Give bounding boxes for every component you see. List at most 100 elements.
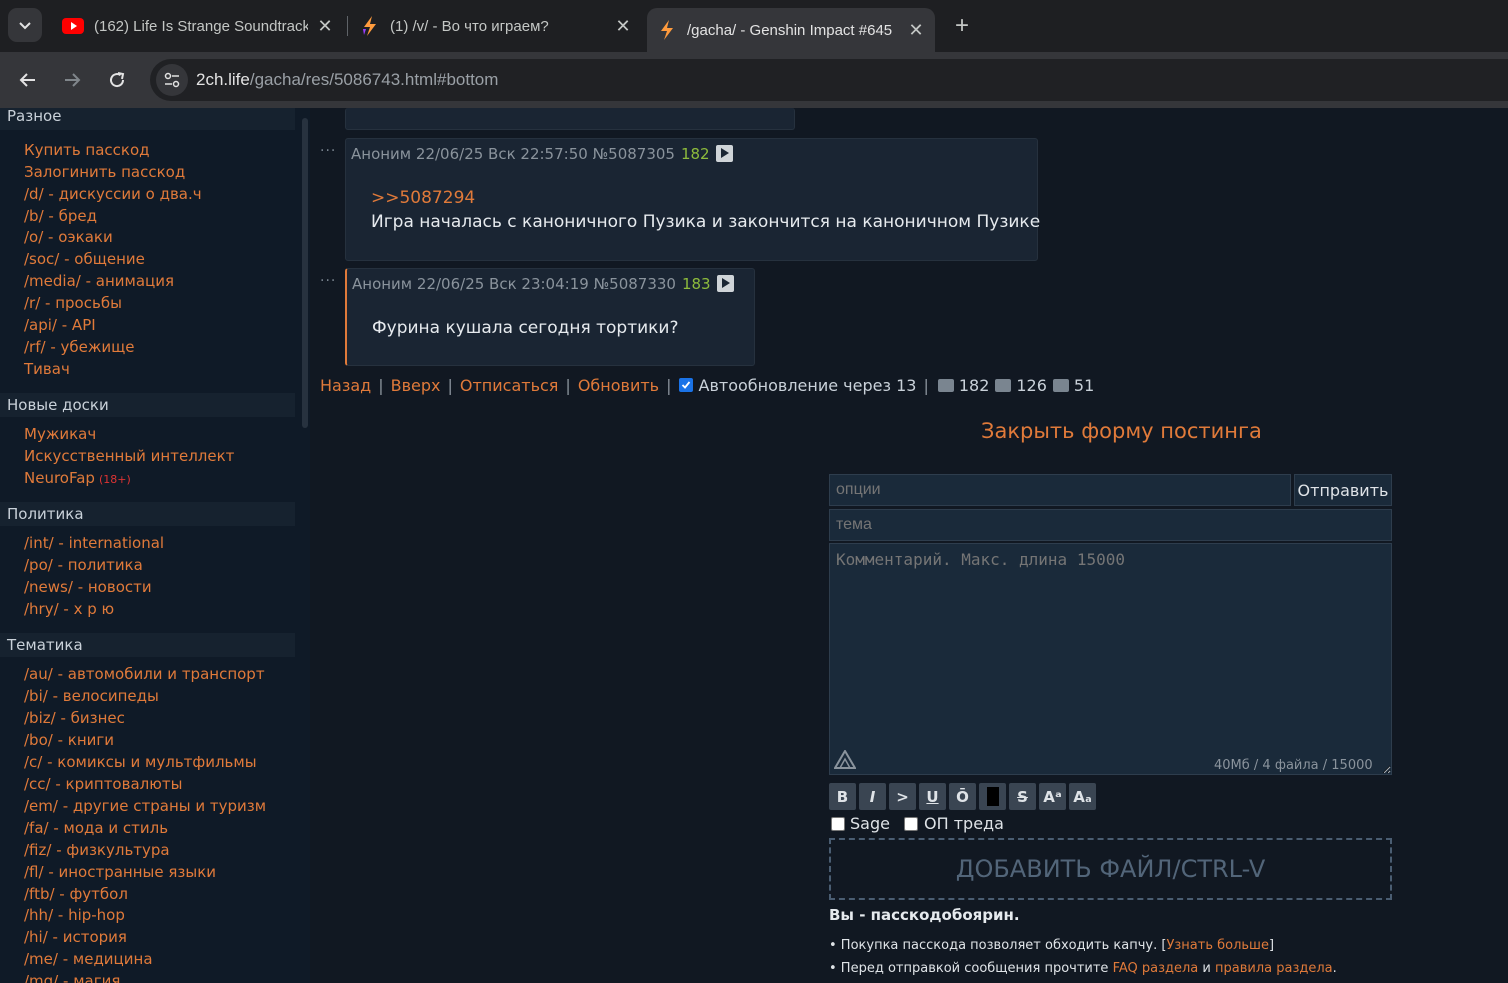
post-menu-icon[interactable]: ··· — [320, 143, 336, 159]
url-text: 2ch.life/gacha/res/5086743.html#bottom — [196, 70, 499, 89]
auto-update-checkbox[interactable] — [678, 378, 693, 392]
close-tab-icon[interactable]: ✕ — [316, 16, 334, 36]
sidebar-item[interactable]: /news/ - новости — [24, 577, 152, 597]
dvach-icon — [661, 20, 673, 40]
new-tab-button[interactable]: + — [948, 12, 976, 40]
sidebar-section-title: Политика — [0, 502, 295, 526]
sidebar-item[interactable]: /media/ - анимация — [24, 271, 174, 291]
post-text: Фурина кушала сегодня тортики? — [372, 318, 679, 338]
sidebar-item[interactable]: /fl/ - иностранные языки — [24, 862, 216, 882]
passcode-note: • Покупка пасскода позволяет обходить ка… — [829, 938, 1275, 953]
italic-button[interactable]: I — [859, 783, 886, 810]
sidebar-item[interactable]: /hh/ - hip-hop — [24, 905, 125, 925]
post-text: Игра началась с каноничного Пузика и зак… — [371, 212, 1041, 232]
post-id[interactable]: №5087305 — [593, 145, 675, 163]
subject-input[interactable] — [829, 509, 1392, 541]
sidebar-item[interactable]: /biz/ - бизнес — [24, 708, 125, 728]
faq-link[interactable]: FAQ раздела — [1113, 961, 1199, 976]
sidebar-item[interactable]: /r/ - просьбы — [24, 293, 122, 313]
top-link[interactable]: Вверх — [391, 376, 441, 395]
sidebar-item[interactable]: /fa/ - мода и стиль — [24, 818, 168, 838]
learn-more-link[interactable]: Узнать больше — [1166, 938, 1269, 953]
address-bar[interactable]: 2ch.life/gacha/res/5086743.html#bottom — [150, 59, 1508, 101]
sidebar-item[interactable]: Мужикач — [24, 424, 96, 444]
back-link[interactable]: Назад — [320, 376, 371, 395]
send-button[interactable]: Отправить — [1294, 474, 1392, 506]
reply-link[interactable]: >>5087294 — [371, 188, 475, 208]
sidebar-item[interactable]: /mg/ - магия — [24, 971, 120, 983]
sidebar-item[interactable]: /po/ - политика — [24, 555, 143, 575]
sidebar-item[interactable]: /b/ - бред — [24, 206, 97, 226]
sidebar-scrollbar[interactable] — [302, 118, 308, 428]
tune-icon — [164, 72, 180, 88]
dvach-icon — [363, 16, 376, 36]
post-menu-icon[interactable]: ··· — [320, 273, 336, 289]
sidebar-item[interactable]: /au/ - автомобили и транспорт — [24, 664, 265, 684]
refresh-link[interactable]: Обновить — [578, 376, 659, 395]
tab-separator — [347, 16, 348, 36]
sidebar-item[interactable]: /api/ - API — [24, 315, 96, 335]
close-tab-icon[interactable]: ✕ — [907, 20, 925, 40]
comment-textarea[interactable] — [829, 543, 1392, 775]
play-icon[interactable] — [715, 145, 733, 162]
sidebar-item[interactable]: Искусственный интеллект — [24, 446, 234, 466]
forward-button[interactable] — [56, 64, 88, 96]
sidebar-item[interactable]: /bo/ - книги — [24, 730, 114, 750]
sidebar-item[interactable]: Тивач — [24, 359, 70, 379]
tab-title: (1) /v/ - Во что играем? — [390, 17, 549, 35]
close-tab-icon[interactable]: ✕ — [614, 16, 632, 36]
post-datetime: 22/06/25 Вск 23:04:19 — [416, 275, 589, 293]
sidebar-item[interactable]: /me/ - медицина — [24, 949, 153, 969]
superscript-button[interactable]: Aᵃ — [1039, 783, 1066, 810]
site-info-button[interactable] — [156, 64, 188, 96]
reload-button[interactable] — [101, 64, 133, 96]
sidebar-item[interactable]: /d/ - дискуссии о два.ч — [24, 184, 202, 204]
sidebar-item[interactable]: /int/ - international — [24, 533, 164, 553]
tab-gacha-active[interactable]: /gacha/ - Genshin Impact #645 ✕ — [647, 8, 935, 52]
post-number: 182 — [680, 145, 710, 163]
tab-youtube[interactable]: (162) Life Is Strange Soundtrack ✕ — [52, 8, 344, 44]
post-datetime: 22/06/25 Вск 22:57:50 — [415, 145, 588, 163]
sidebar-item[interactable]: /rf/ - убежище — [24, 337, 134, 357]
rules-link[interactable]: правила раздела — [1215, 961, 1333, 976]
arrow-right-icon — [65, 73, 81, 87]
sidebar-item[interactable]: /c/ - комиксы и мультфильмы — [24, 752, 257, 772]
sidebar-item[interactable]: /ftb/ - футбол — [24, 884, 128, 904]
post-id[interactable]: №5087330 — [594, 275, 676, 293]
unsubscribe-link[interactable]: Отписаться — [460, 376, 559, 395]
play-icon[interactable] — [716, 275, 734, 292]
bold-button[interactable]: B — [829, 783, 856, 810]
close-post-form-link[interactable]: Закрыть форму постинга — [981, 419, 1262, 443]
tab-search-button[interactable] — [8, 8, 42, 42]
spoiler-button[interactable] — [979, 783, 1006, 810]
check-icon — [681, 381, 690, 389]
spoiler-block — [986, 787, 999, 806]
sidebar-item[interactable]: /em/ - другие страны и туризм — [24, 796, 266, 816]
sidebar-section-title: Новые доски — [0, 393, 295, 417]
sidebar-item[interactable]: Залогинить пасскод — [24, 162, 185, 182]
sage-checkbox[interactable] — [831, 817, 845, 831]
drive-icon[interactable] — [834, 750, 856, 770]
sidebar-item[interactable]: Купить пасскод — [24, 140, 150, 160]
sidebar-item[interactable]: /o/ - оэкаки — [24, 227, 113, 247]
sidebar-item[interactable]: /hry/ - х р ю — [24, 599, 114, 619]
sidebar-item-neurofap[interactable]: NeuroFap (18+) — [24, 468, 131, 490]
options-input[interactable] — [829, 474, 1291, 506]
auto-update-label: Автообновление через 13 — [698, 375, 917, 395]
subscript-button[interactable]: Aₐ — [1069, 783, 1096, 810]
back-button[interactable] — [12, 64, 44, 96]
underline-button[interactable]: U — [919, 783, 946, 810]
sidebar-item[interactable]: /soc/ - общение — [24, 249, 145, 269]
op-checkbox[interactable] — [904, 817, 918, 831]
sidebar-section-title: Разное — [0, 108, 295, 130]
file-dropzone[interactable]: ДОБАВИТЬ ФАЙЛ/CTRL-V — [829, 838, 1392, 900]
sidebar-item[interactable]: /hi/ - история — [24, 927, 127, 947]
quote-button[interactable]: > — [889, 783, 916, 810]
sidebar-item[interactable]: /bi/ - велосипеды — [24, 686, 159, 706]
sidebar-item[interactable]: /cc/ - криптовалюты — [24, 774, 182, 794]
tab-v-board[interactable]: (1) /v/ - Во что играем? ✕ — [350, 8, 642, 44]
strike-button[interactable]: S — [1009, 783, 1036, 810]
sidebar-item[interactable]: /fiz/ - физкультура — [24, 840, 170, 860]
overline-button[interactable]: Ō — [949, 783, 976, 810]
comment-icon — [937, 378, 954, 392]
